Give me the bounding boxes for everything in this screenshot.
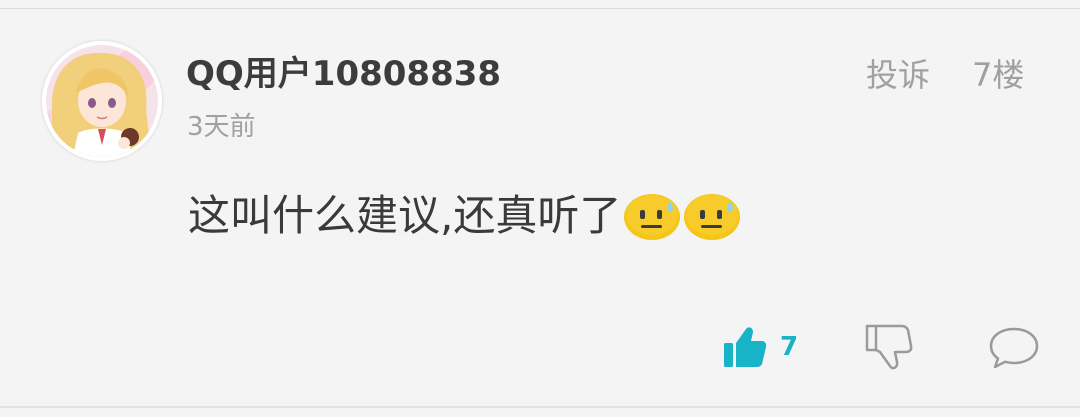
floor-number: 7楼 [972,56,1025,94]
comment-body: 这叫什么建议,还真听了 [188,188,741,244]
post-time: 3天前 [187,112,256,142]
sweat-face-emoji-icon [683,191,741,241]
report-button[interactable]: 投诉 [866,54,930,96]
bottom-divider [0,406,1080,408]
dislike-button[interactable] [862,322,914,372]
comment-text: 这叫什么建议,还真听了 [188,191,622,240]
avatar-image [42,41,162,161]
reply-button[interactable] [988,326,1040,370]
sweat-face-emoji-icon [623,191,681,241]
top-divider [0,8,1080,9]
avatar[interactable] [42,41,162,161]
like-button[interactable]: 7 [720,322,804,372]
username[interactable]: QQ用户10808838 [186,52,501,96]
thumbs-down-icon [865,324,913,370]
thumbs-up-icon [724,327,767,367]
like-count: 7 [780,332,799,362]
speech-bubble-icon [989,327,1039,369]
